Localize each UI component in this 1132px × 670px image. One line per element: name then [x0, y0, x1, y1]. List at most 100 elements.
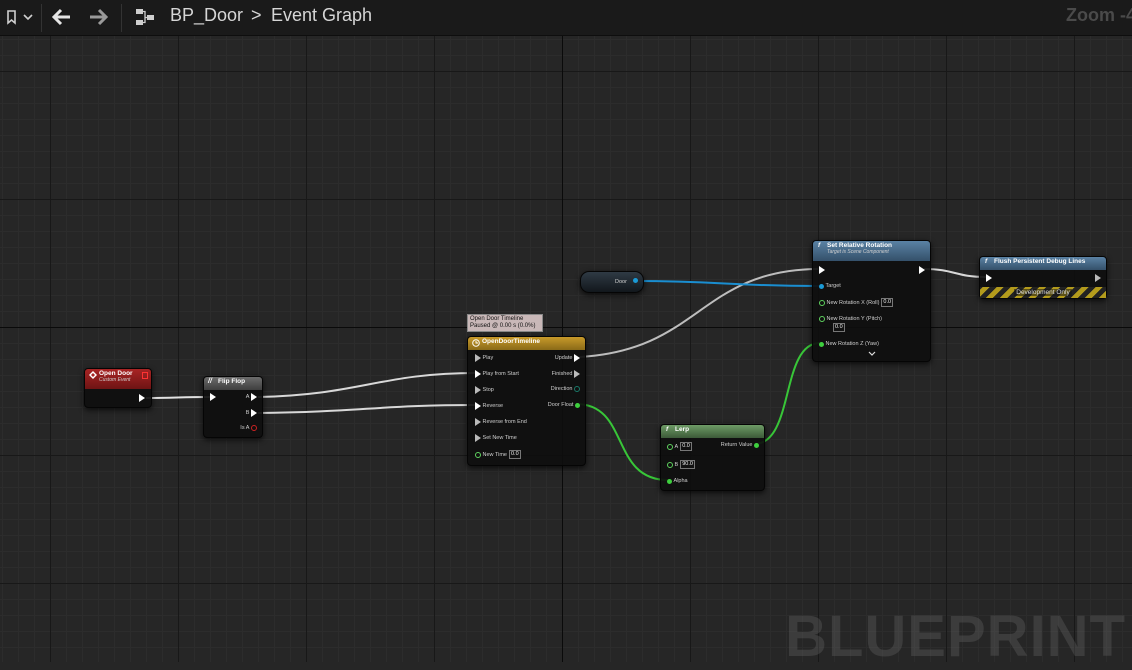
event-icon — [89, 371, 97, 379]
new-time-value-field[interactable]: 0.0 — [508, 450, 521, 459]
arrow-right-icon — [90, 8, 109, 26]
open-door-event-node[interactable]: Open Door Custom Event — [84, 368, 152, 408]
exec-pin-icon — [139, 394, 145, 402]
door-out-pin[interactable] — [633, 278, 638, 283]
target-in-pin[interactable]: Target — [819, 283, 841, 289]
reverse-in-pin[interactable]: Reverse — [475, 402, 503, 410]
a-in-pin[interactable]: A 0.0 — [667, 442, 692, 451]
pin-label: Play — [482, 355, 494, 361]
set-new-time-in-pin[interactable]: Set New Time — [475, 434, 517, 442]
expand-node-button[interactable] — [868, 351, 876, 357]
object-pin-icon — [633, 278, 638, 283]
node-header: Open Door Custom Event — [85, 369, 151, 389]
node-header: f Flush Persistent Debug Lines — [980, 257, 1106, 270]
b-in-pin[interactable]: B 90.0 — [667, 460, 695, 469]
set-relative-rotation-node[interactable]: f Set Relative Rotation Target is Scene … — [812, 240, 931, 362]
float-pin-icon — [667, 478, 672, 484]
node-header: f Lerp — [661, 425, 764, 438]
update-out-pin[interactable]: Update — [555, 354, 580, 362]
toolbar-separator — [41, 4, 42, 32]
pin-label: New Rotation Z (Yaw) — [825, 341, 879, 347]
node-header: // Flip Flop — [204, 377, 262, 390]
pin-label: A — [245, 394, 250, 400]
float-pin-icon — [667, 443, 673, 450]
clock-icon — [472, 339, 480, 347]
graph-type-button[interactable] — [130, 4, 160, 30]
bookmark-dropdown-button[interactable] — [0, 4, 38, 30]
exec-in-pin[interactable] — [819, 266, 825, 274]
exec-out-pin[interactable] — [1095, 274, 1101, 282]
play-in-pin[interactable]: Play — [475, 354, 493, 362]
direction-out-pin[interactable]: Direction — [551, 386, 580, 392]
exec-pin-icon — [919, 266, 925, 274]
finished-out-pin[interactable]: Finished — [552, 370, 580, 378]
is-a-out-pin[interactable]: Is A — [240, 425, 257, 431]
toolbar-separator — [121, 4, 122, 32]
exec-pin-icon — [1095, 274, 1101, 282]
open-door-timeline-node[interactable]: OpenDoorTimeline Play Play from Start St… — [467, 336, 586, 466]
door-variable-label: Door — [615, 279, 627, 285]
exec-pin-icon — [475, 434, 481, 442]
exec-out-pin[interactable] — [919, 266, 925, 274]
a-out-pin[interactable]: A — [246, 393, 257, 401]
roll-in-pin[interactable]: New Rotation X (Roll) 0.0 — [819, 298, 894, 307]
forward-button[interactable] — [84, 4, 114, 30]
breadcrumb-separator: > — [251, 5, 262, 25]
pin-label: Direction — [550, 386, 573, 392]
b-value-field[interactable]: 90.0 — [680, 460, 695, 469]
node-subtitle: Target is Scene Component — [827, 249, 889, 255]
chevron-down-icon — [868, 351, 876, 356]
pin-label: B — [245, 410, 250, 416]
breadcrumb-graph[interactable]: Event Graph — [271, 5, 372, 26]
node-header: f Set Relative Rotation Target is Scene … — [813, 241, 930, 261]
breadcrumb-blueprint[interactable]: BP_Door — [170, 5, 243, 26]
pin-label: Alpha — [673, 478, 688, 484]
pin-label: Stop — [482, 387, 494, 393]
reverse-from-end-in-pin[interactable]: Reverse from End — [475, 418, 527, 426]
exec-pin-icon — [574, 370, 580, 378]
exec-pin-icon — [475, 370, 481, 378]
pin-label: Reverse from End — [482, 419, 527, 425]
pin-label: B — [674, 461, 679, 468]
stop-in-pin[interactable]: Stop — [475, 386, 494, 394]
lerp-node[interactable]: f Lerp A 0.0 B 90.0 Alpha Return Value — [660, 424, 765, 491]
exec-pin-icon — [475, 386, 481, 394]
exec-pin-icon — [251, 409, 257, 417]
delegate-pin[interactable] — [142, 372, 148, 379]
exec-in-pin[interactable] — [986, 274, 992, 282]
float-pin-icon — [575, 402, 580, 408]
float-pin-icon — [667, 461, 673, 468]
a-value-field[interactable]: 0.0 — [680, 442, 692, 451]
node-header: OpenDoorTimeline — [468, 337, 585, 350]
macro-icon: // — [208, 378, 212, 385]
node-title: Open Door — [99, 370, 133, 377]
pitch-value-field[interactable]: 0.0 — [833, 323, 845, 332]
graph-toolbar: BP_Door > Event Graph Zoom -4 — [0, 0, 1132, 36]
exec-out-pin[interactable] — [139, 394, 145, 402]
exec-in-pin[interactable] — [210, 393, 216, 401]
pitch-in-pin[interactable]: New Rotation Y (Pitch) — [819, 316, 882, 322]
bool-pin-icon — [251, 425, 257, 431]
roll-value-field[interactable]: 0.0 — [881, 298, 894, 307]
pin-label: Return Value — [720, 442, 753, 448]
flip-flop-node[interactable]: // Flip Flop A B Is A — [203, 376, 263, 438]
back-button[interactable] — [46, 4, 76, 30]
node-title: OpenDoorTimeline — [482, 338, 541, 345]
development-only-banner: Development Only — [980, 287, 1106, 298]
pin-label: New Rotation X (Roll) — [826, 299, 880, 306]
return-value-out-pin[interactable]: Return Value — [721, 442, 759, 448]
new-time-in-pin[interactable]: New Time 0.0 — [475, 450, 521, 459]
play-from-start-in-pin[interactable]: Play from Start — [475, 370, 519, 378]
door-variable-node[interactable]: Door — [580, 271, 644, 293]
flush-debug-lines-node[interactable]: f Flush Persistent Debug Lines Developme… — [979, 256, 1107, 299]
alpha-in-pin[interactable]: Alpha — [667, 478, 688, 484]
exec-pin-icon — [986, 274, 992, 282]
graph-origin-horizontal-line — [0, 327, 1132, 328]
float-pin-icon — [475, 451, 481, 458]
b-out-pin[interactable]: B — [246, 409, 257, 417]
door-float-out-pin[interactable]: Door Float — [548, 402, 580, 408]
event-graph-icon — [136, 9, 154, 25]
yaw-in-pin[interactable]: New Rotation Z (Yaw) — [819, 341, 879, 347]
exec-pin-icon — [251, 393, 257, 401]
float-pin-icon — [819, 299, 825, 306]
